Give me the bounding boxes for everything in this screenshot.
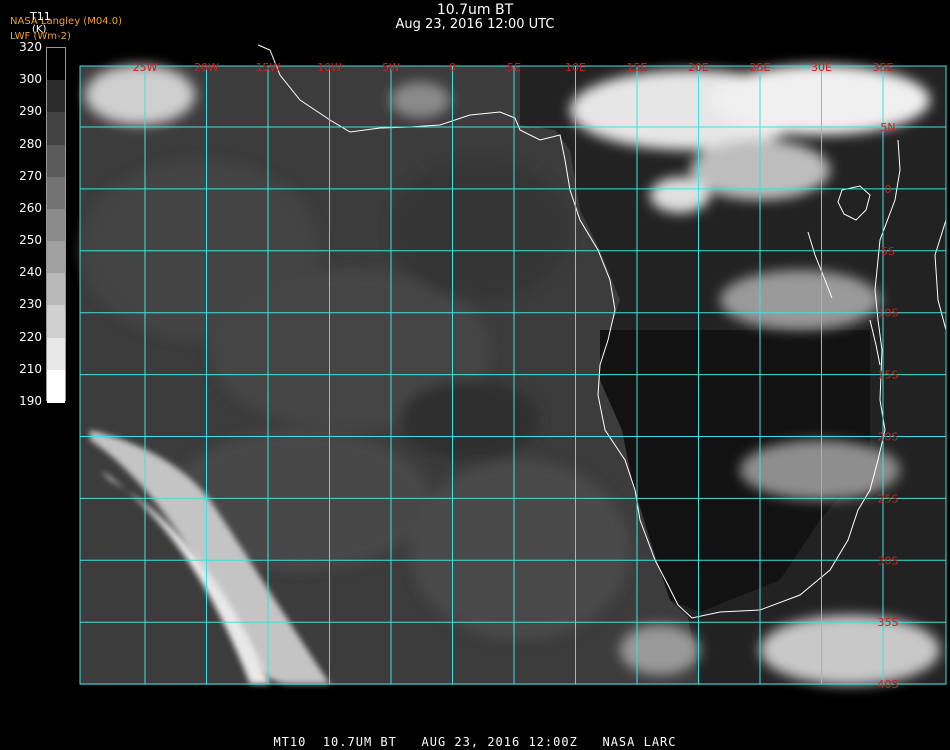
lat-label: 35S [878, 616, 899, 629]
lon-label: 10E [565, 61, 586, 74]
colorbar-tick-label: 290 [19, 104, 42, 119]
lat-label: 30S [878, 554, 899, 567]
colorbar-tick-label: 190 [19, 394, 42, 408]
colorbar-tick-label: 220 [19, 329, 42, 344]
credit-source: NASA Langley (M04.0) [10, 16, 122, 27]
colorbar-segment [47, 305, 65, 339]
lon-label: 5E [507, 61, 521, 74]
colorbar-tick-label: 230 [19, 297, 42, 312]
lat-label: 20S [878, 431, 899, 444]
lon-label: 15E [627, 61, 648, 74]
lat-label: 0 [885, 183, 892, 196]
colorbar-segment [47, 241, 65, 275]
colorbar-segment [47, 80, 65, 114]
colorbar-segment [47, 273, 65, 307]
lon-label: 25W [133, 61, 158, 74]
lat-label: 10S [878, 307, 899, 320]
colorbar-tick-label: 240 [19, 265, 42, 280]
lon-label: 15W [256, 61, 281, 74]
colorbar-tick-label: 270 [19, 168, 42, 183]
lon-label: 35E [873, 61, 894, 74]
lat-label: 25S [878, 492, 899, 505]
colorbar-tick-label: 300 [19, 72, 42, 87]
colorbar-segment [47, 48, 65, 82]
lon-label: 20W [194, 61, 219, 74]
lat-label: 5S [881, 245, 895, 258]
colorbar-segment [47, 337, 65, 371]
colorbar-tick-label: 210 [19, 361, 42, 376]
colorbar-segment [47, 176, 65, 210]
legend-unit: (K) [32, 24, 47, 35]
colorbar-segment [47, 208, 65, 243]
lat-label: 40S [878, 678, 899, 691]
colorbar-segment [47, 112, 65, 146]
colorbar-tick-label: 320 [19, 40, 42, 54]
image-title: 10.7um BT [436, 2, 514, 18]
lat-label: 5N [880, 121, 895, 134]
lon-label: 20E [688, 61, 709, 74]
image-datetime: Aug 23, 2016 12:00 UTC [395, 17, 555, 32]
satellite-map: 25W 20W 15W 10W 5W 0 5E 10E 15E 20E 25E 30E 35E 5N 0 5… [79, 44, 947, 691]
legend-variable: T11 [30, 10, 51, 23]
colorbar-tick-label: 250 [19, 233, 42, 248]
colorbar [46, 47, 66, 403]
lon-label: 10W [317, 61, 342, 74]
lon-label: 5W [382, 61, 400, 74]
colorbar-tick-label: 260 [19, 200, 42, 215]
footer-caption: MT10 10.7UM BT AUG 23, 2016 12:00Z NASA … [273, 735, 677, 749]
lat-label: 15S [878, 369, 899, 382]
lon-label: 30E [811, 61, 832, 74]
colorbar-segment [47, 144, 65, 178]
lon-label: 25E [750, 61, 771, 74]
lon-label: 0 [449, 61, 456, 74]
colorbar-tick-label: 280 [19, 136, 42, 151]
colorbar-segment [47, 369, 65, 403]
